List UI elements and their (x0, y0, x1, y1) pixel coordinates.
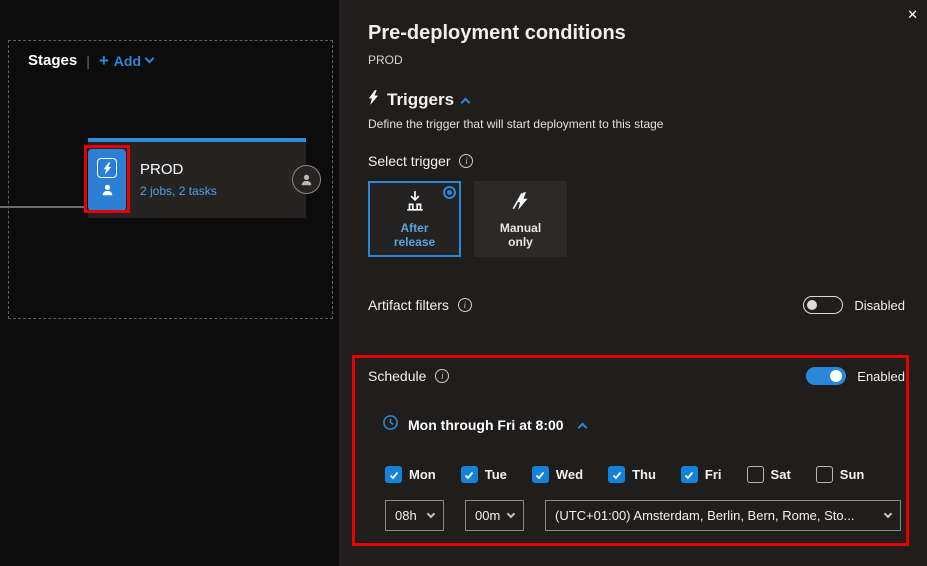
day-checkbox-sat[interactable]: Sat (747, 466, 791, 483)
day-checkbox-thu[interactable]: Thu (608, 466, 656, 483)
schedule-row: Schedule i Enabled (368, 367, 905, 385)
chevron-down-icon (427, 509, 435, 517)
artifact-filters-toggle[interactable] (803, 296, 843, 314)
stages-header: Stages | + Add (28, 52, 153, 69)
stage-jobs-tasks-link[interactable]: 2 jobs, 2 tasks (140, 184, 217, 198)
after-release-label: After release (386, 221, 444, 249)
manual-only-icon (510, 190, 532, 217)
trigger-lightning-icon (97, 158, 117, 178)
triggers-heading: Triggers (387, 90, 454, 110)
checkbox-icon (747, 466, 764, 483)
day-label: Sat (771, 467, 791, 482)
triggers-lightning-icon (368, 90, 379, 110)
timezone-select[interactable]: (UTC+01:00) Amsterdam, Berlin, Bern, Rom… (545, 500, 901, 531)
pre-deployment-approver-badge[interactable] (292, 165, 321, 194)
panel-title: Pre-deployment conditions (368, 22, 626, 45)
day-label: Wed (556, 467, 583, 482)
schedule-summary: Mon through Fri at 8:00 (408, 417, 564, 433)
schedule-time-row: 08h 00m (UTC+01:00) Amsterdam, Berlin, B… (385, 500, 901, 531)
artifact-filters-state: Disabled (854, 298, 905, 313)
day-label: Thu (632, 467, 656, 482)
day-checkbox-fri[interactable]: Fri (681, 466, 722, 483)
stage-card-prod[interactable]: PROD 2 jobs, 2 tasks (88, 138, 306, 218)
schedule-clock-icon (382, 414, 399, 436)
stages-title: Stages (28, 52, 77, 69)
info-icon[interactable]: i (459, 154, 473, 168)
panel-stage-name: PROD (368, 53, 403, 67)
select-trigger-row: Select trigger i (368, 153, 473, 169)
pipeline-canvas: Stages | + Add PROD 2 jobs, 2 tasks (0, 0, 339, 566)
stage-trigger-icon-block[interactable] (88, 149, 126, 211)
info-icon[interactable]: i (435, 369, 449, 383)
day-checkbox-tue[interactable]: Tue (461, 466, 507, 483)
selected-radio-icon (443, 186, 456, 199)
checkbox-icon (816, 466, 833, 483)
day-label: Mon (409, 467, 436, 482)
hour-select-value: 08h (395, 508, 417, 523)
chevron-up-icon[interactable] (577, 423, 587, 433)
trigger-tiles: After release Manual only (368, 181, 567, 257)
chevron-down-icon (145, 54, 155, 64)
header-divider: | (86, 53, 90, 69)
close-icon[interactable]: ✕ (907, 7, 918, 23)
manual-only-label: Manual only (492, 221, 550, 249)
timezone-select-value: (UTC+01:00) Amsterdam, Berlin, Bern, Rom… (555, 508, 854, 523)
chevron-down-icon (884, 509, 892, 517)
schedule-state: Enabled (857, 369, 905, 384)
plus-icon: + (99, 54, 109, 68)
artifact-filters-row: Artifact filters i Disabled (368, 296, 905, 314)
after-release-tile[interactable]: After release (368, 181, 461, 257)
checkbox-icon (681, 466, 698, 483)
after-release-icon (404, 190, 426, 217)
add-stage-button[interactable]: + Add (99, 53, 153, 69)
schedule-label: Schedule (368, 368, 426, 384)
day-label: Sun (840, 467, 865, 482)
select-trigger-label: Select trigger (368, 153, 450, 169)
triggers-description: Define the trigger that will start deplo… (368, 117, 663, 131)
chevron-down-icon (507, 509, 515, 517)
hour-select[interactable]: 08h (385, 500, 444, 531)
schedule-days-row: Mon Tue Wed Thu Fri Sat (385, 466, 864, 483)
minute-select-value: 00m (475, 508, 500, 523)
day-checkbox-mon[interactable]: Mon (385, 466, 436, 483)
minute-select[interactable]: 00m (465, 500, 524, 531)
chevron-up-icon[interactable] (461, 98, 471, 108)
day-checkbox-sun[interactable]: Sun (816, 466, 865, 483)
stage-name: PROD (140, 161, 183, 178)
day-label: Tue (485, 467, 507, 482)
approver-person-icon (100, 183, 115, 202)
artifact-filters-label: Artifact filters (368, 297, 449, 313)
toggle-knob (807, 300, 817, 310)
pre-deployment-conditions-panel: ✕ Pre-deployment conditions PROD Trigger… (339, 0, 927, 566)
toggle-knob (830, 370, 842, 382)
schedule-summary-row[interactable]: Mon through Fri at 8:00 (382, 414, 586, 436)
info-icon[interactable]: i (458, 298, 472, 312)
triggers-section-header[interactable]: Triggers (368, 90, 469, 110)
day-checkbox-wed[interactable]: Wed (532, 466, 583, 483)
manual-only-tile[interactable]: Manual only (474, 181, 567, 257)
checkbox-icon (532, 466, 549, 483)
release-pipeline-screen: Stages | + Add PROD 2 jobs, 2 tasks (0, 0, 927, 566)
checkbox-icon (608, 466, 625, 483)
schedule-toggle[interactable] (806, 367, 846, 385)
stage-connector-line (0, 206, 84, 208)
checkbox-icon (461, 466, 478, 483)
add-stage-label: Add (114, 53, 141, 69)
day-label: Fri (705, 467, 722, 482)
checkbox-icon (385, 466, 402, 483)
